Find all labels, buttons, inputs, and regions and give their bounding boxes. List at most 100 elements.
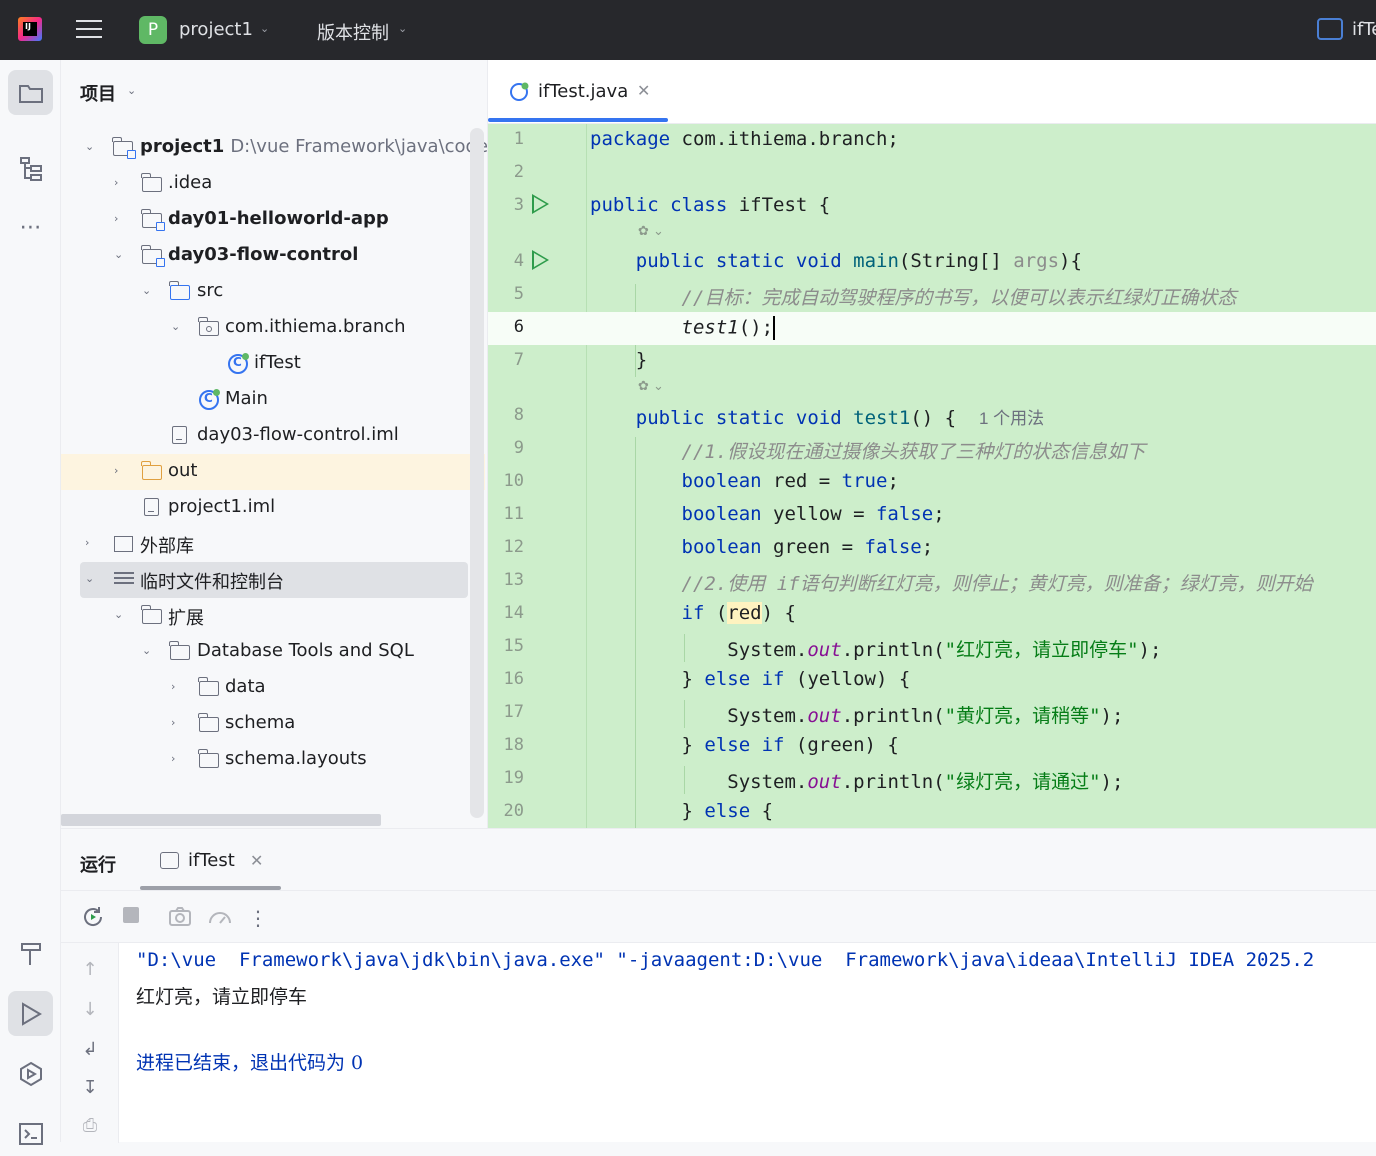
- tree-item-database-tools[interactable]: ⌄ Database Tools and SQL: [61, 634, 470, 670]
- chevron-right-icon[interactable]: ›: [114, 464, 118, 477]
- run-config-selector[interactable]: ifTe: [1352, 19, 1376, 40]
- more-tools-icon[interactable]: ⋯: [8, 205, 53, 250]
- tree-item-src[interactable]: ⌄ src: [61, 274, 470, 310]
- code-line[interactable]: 2: [488, 157, 1376, 190]
- tree-item-external-libs[interactable]: › 外部库: [61, 526, 470, 562]
- soft-wrap-icon[interactable]: ↲: [78, 1039, 102, 1063]
- print-icon[interactable]: ⎙: [78, 1115, 102, 1139]
- run-gutter-icon[interactable]: [532, 194, 549, 214]
- chevron-down-icon[interactable]: ⌄: [127, 84, 136, 97]
- chevron-right-icon[interactable]: ›: [171, 752, 175, 765]
- code-line[interactable]: 3 public class ifTest {: [488, 190, 1376, 223]
- tree-item-label: data: [225, 676, 266, 697]
- horizontal-scrollbar[interactable]: [61, 814, 381, 826]
- chevron-right-icon[interactable]: ›: [114, 212, 118, 225]
- code-string: "绿灯亮，请通过": [944, 771, 1101, 793]
- run-tool-icon[interactable]: [8, 991, 53, 1036]
- code-token: ){: [1059, 250, 1082, 272]
- chevron-down-icon[interactable]: ⌄: [260, 22, 269, 35]
- tree-item-schema[interactable]: › schema: [61, 706, 470, 742]
- tree-item-day03[interactable]: ⌄ day03-flow-control: [61, 238, 470, 274]
- code-line[interactable]: 13 //2.使用 if语句判断红灯亮，则停止；黄灯亮，则准备；绿灯亮，则开始: [488, 565, 1376, 598]
- line-number: 12: [503, 537, 524, 557]
- console-output[interactable]: "D:\vue Framework\java\jdk\bin\java.exe"…: [136, 943, 1376, 1143]
- code-line[interactable]: 5 //目标：完成自动驾驶程序的书写，以便可以表示红绿灯正确状态: [488, 279, 1376, 312]
- code-line[interactable]: 20 } else {: [488, 796, 1376, 828]
- tree-item-project-iml[interactable]: project1.iml: [61, 490, 470, 526]
- project-switcher[interactable]: project1: [179, 19, 253, 40]
- build-hammer-icon[interactable]: [8, 931, 53, 976]
- tree-item-data[interactable]: › data: [61, 670, 470, 706]
- tree-item-path: D:\vue Framework\java\code\p: [230, 136, 506, 157]
- tree-item-iml[interactable]: day03-flow-control.iml: [61, 418, 470, 454]
- intellij-logo-icon[interactable]: IJ: [18, 17, 42, 41]
- chevron-down-icon[interactable]: ⌄: [85, 572, 94, 585]
- code-line[interactable]: 12 boolean green = false;: [488, 532, 1376, 565]
- code-line[interactable]: 14 if (red) {: [488, 598, 1376, 631]
- project-folder-icon[interactable]: [8, 70, 53, 115]
- code-line[interactable]: 8 public static void test1() { 1 个用法: [488, 400, 1376, 433]
- tree-item-idea[interactable]: › .idea: [61, 166, 470, 202]
- chevron-down-icon[interactable]: ⌄: [114, 608, 123, 621]
- tree-item-main[interactable]: Main: [61, 382, 470, 418]
- tab-iftest-java[interactable]: ifTest.java ✕: [488, 60, 668, 124]
- code-line[interactable]: 16 } else if (yellow) {: [488, 664, 1376, 697]
- vertical-scrollbar[interactable]: [470, 128, 484, 818]
- close-icon[interactable]: ✕: [637, 81, 650, 100]
- tab-iftest-run[interactable]: ifTest: [188, 850, 235, 871]
- chevron-down-icon[interactable]: ⌄: [142, 284, 151, 297]
- editor: ifTest.java ✕ 1 package com.ithiema.branc…: [487, 60, 1376, 828]
- tree-item-extensions[interactable]: ⌄ 扩展: [61, 598, 470, 634]
- terminal-icon[interactable]: [8, 1111, 53, 1156]
- stop-icon[interactable]: [118, 905, 144, 931]
- main-menu-icon[interactable]: [76, 20, 102, 40]
- project-badge[interactable]: P: [139, 16, 167, 44]
- chevron-down-icon[interactable]: ⌄: [398, 22, 407, 35]
- code-line[interactable]: 15 System.out.println("红灯亮，请立即停车");: [488, 631, 1376, 664]
- rerun-icon[interactable]: [80, 905, 106, 931]
- tree-item-out[interactable]: › out: [61, 454, 485, 490]
- code-line[interactable]: 10 boolean red = true;: [488, 466, 1376, 499]
- ai-hint-icon[interactable]: ✿ ⌄: [638, 224, 664, 246]
- code-line[interactable]: 19 System.out.println("绿灯亮，请通过");: [488, 763, 1376, 796]
- more-options-icon[interactable]: ⋮: [245, 905, 271, 931]
- tree-item-package[interactable]: ⌄ com.ithiema.branch: [61, 310, 470, 346]
- code-line-current[interactable]: 6 test1();: [488, 312, 1376, 345]
- tree-item-iftest[interactable]: ifTest: [61, 346, 470, 382]
- profiler-gauge-icon[interactable]: [207, 905, 233, 931]
- code-line[interactable]: 9 //1.假设现在通过摄像头获取了三种灯的状态信息如下: [488, 433, 1376, 466]
- run-gutter-icon[interactable]: [532, 250, 549, 270]
- tree-item-day01[interactable]: › day01-helloworld-app: [61, 202, 470, 238]
- close-icon[interactable]: ✕: [250, 851, 263, 870]
- chevron-down-icon[interactable]: ⌄: [171, 320, 180, 333]
- tree-item-scratches[interactable]: ⌄ 临时文件和控制台: [80, 562, 468, 598]
- arrow-down-icon[interactable]: ↓: [78, 999, 102, 1023]
- chevron-right-icon[interactable]: ›: [85, 536, 89, 549]
- arrow-up-icon[interactable]: ↑: [78, 959, 102, 983]
- usages-hint[interactable]: 1 个用法: [979, 409, 1044, 428]
- structure-icon[interactable]: [8, 146, 53, 191]
- code-area[interactable]: 1 package com.ithiema.branch; 2 3 public c…: [488, 124, 1376, 828]
- tree-item-project1[interactable]: ⌄ project1 D:\vue Framework\java\code\p: [61, 130, 506, 166]
- run-config-icon[interactable]: [1317, 18, 1343, 40]
- code-line[interactable]: 11 boolean yellow = false;: [488, 499, 1376, 532]
- chevron-right-icon[interactable]: ›: [171, 716, 175, 729]
- chevron-right-icon[interactable]: ›: [114, 176, 118, 189]
- camera-icon[interactable]: [167, 905, 193, 931]
- chevron-down-icon[interactable]: ⌄: [85, 140, 94, 153]
- chevron-down-icon[interactable]: ⌄: [142, 644, 151, 657]
- services-icon[interactable]: [8, 1051, 53, 1096]
- project-panel-title[interactable]: 项目: [80, 80, 116, 106]
- code-token: else if: [704, 668, 785, 690]
- ai-hint-icon[interactable]: ✿ ⌄: [638, 379, 664, 401]
- chevron-right-icon[interactable]: ›: [171, 680, 175, 693]
- code-line[interactable]: 18 } else if (green) {: [488, 730, 1376, 763]
- code-line[interactable]: 4 public static void main(String[] args)…: [488, 246, 1376, 279]
- tree-item-schema-layouts[interactable]: › schema.layouts: [61, 742, 470, 778]
- code-line[interactable]: 17 System.out.println("黄灯亮，请稍等");: [488, 697, 1376, 730]
- chevron-down-icon[interactable]: ⌄: [114, 248, 123, 261]
- code-line[interactable]: 7 }: [488, 345, 1376, 378]
- scroll-to-end-icon[interactable]: ↧: [78, 1077, 102, 1101]
- code-line[interactable]: 1 package com.ithiema.branch;: [488, 124, 1376, 157]
- vcs-menu[interactable]: 版本控制: [317, 19, 389, 45]
